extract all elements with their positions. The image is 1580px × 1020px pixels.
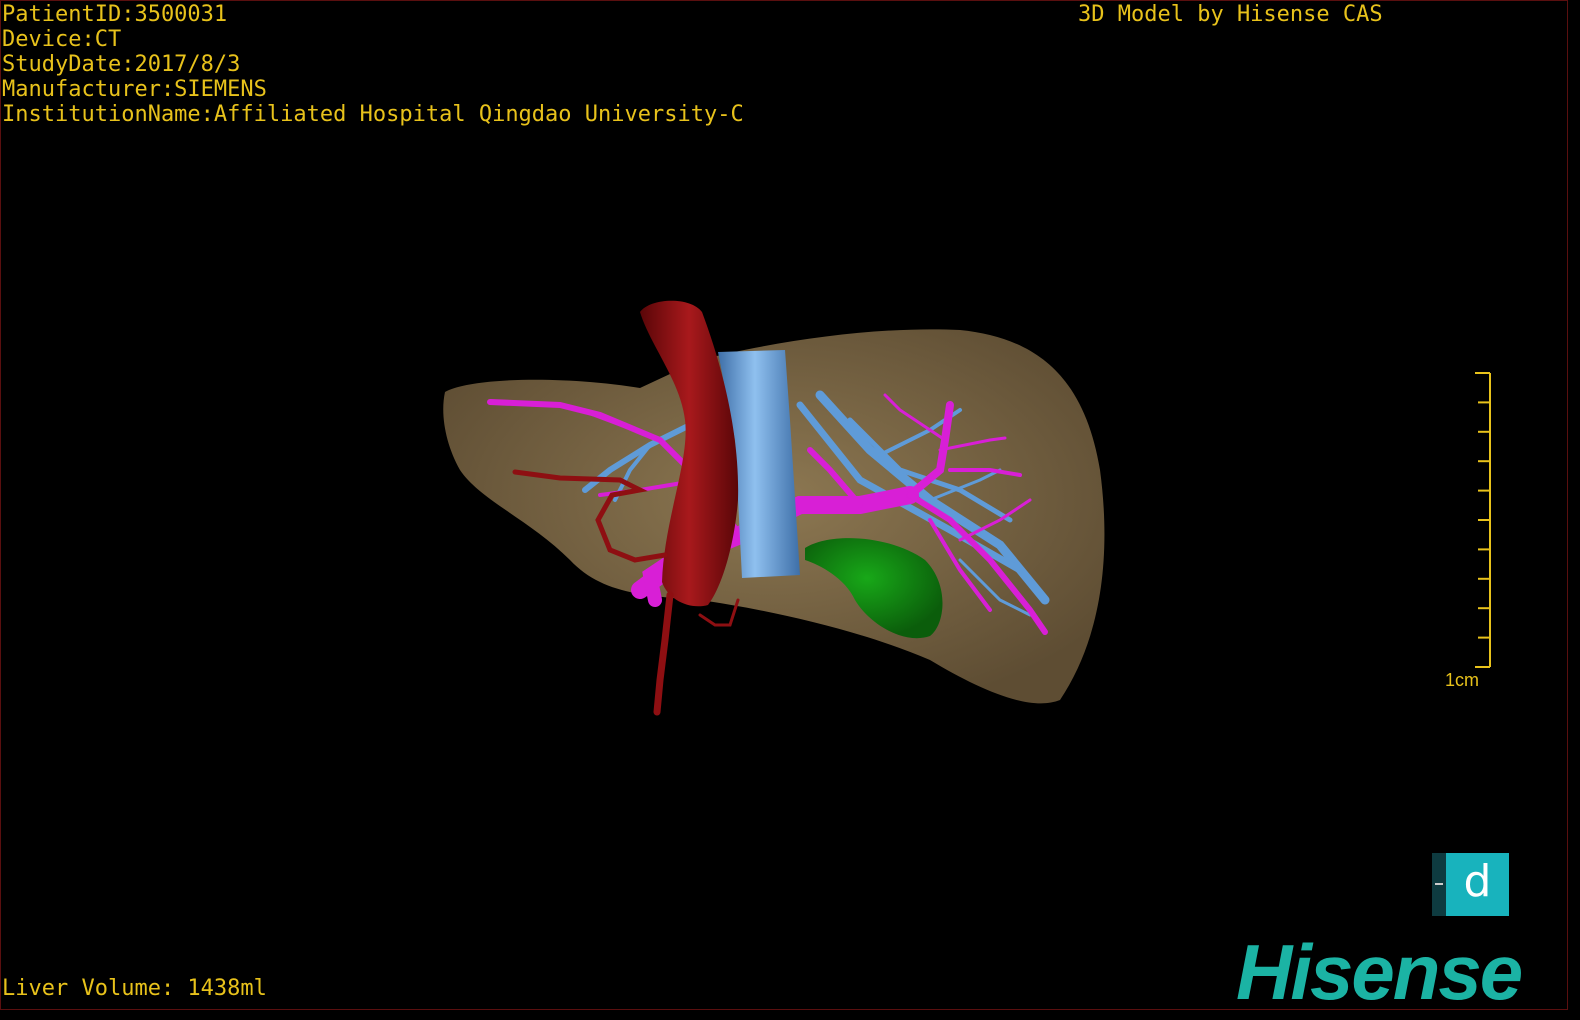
hisense-logo: Hisense [1236, 928, 1523, 1016]
liver-volume: Liver Volume: 1438ml [2, 976, 267, 1001]
scale-bar [1475, 372, 1491, 668]
orientation-cube[interactable]: d [1432, 853, 1509, 916]
cube-face-label: d [1446, 853, 1509, 916]
patient-info-overlay: PatientID:3500031 Device:CT StudyDate:20… [2, 2, 744, 127]
scale-bar-label: 1cm [1445, 670, 1480, 690]
device: Device:CT [2, 27, 122, 52]
patient-id: PatientID:3500031 [2, 2, 228, 27]
manufacturer: Manufacturer:SIEMENS [2, 77, 267, 102]
cube-edge-marker [1435, 883, 1443, 885]
institution-name: InstitutionName:Affiliated Hospital Qing… [2, 102, 744, 127]
3d-liver-model-viewport[interactable] [0, 0, 1568, 1010]
study-date: StudyDate:2017/8/3 [2, 52, 241, 77]
model-credit: 3D Model by Hisense CAS [1078, 2, 1383, 27]
